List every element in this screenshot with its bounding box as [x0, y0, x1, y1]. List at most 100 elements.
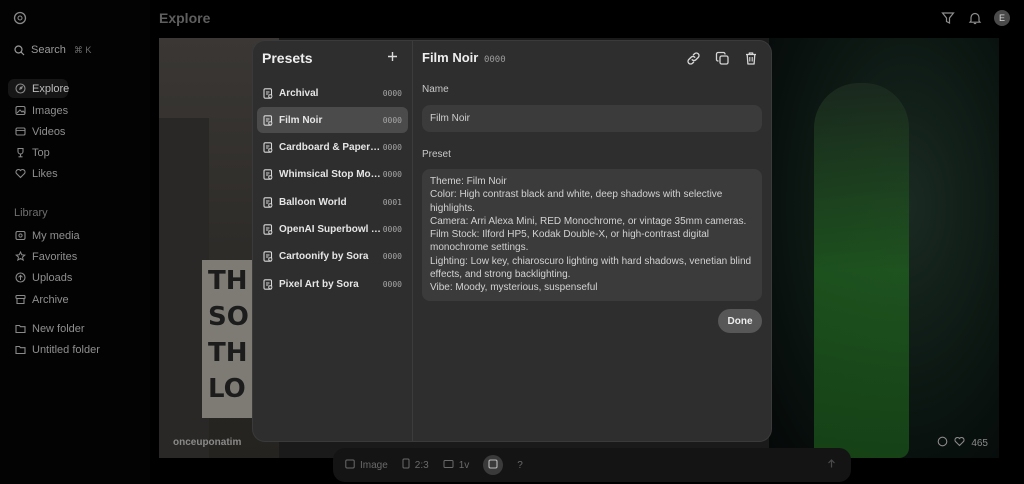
- heart-icon[interactable]: [954, 436, 965, 450]
- preset-item-archival[interactable]: Archival 0000: [257, 80, 408, 106]
- image-icon: [15, 105, 26, 116]
- sidebar-item-images[interactable]: Images: [8, 101, 138, 120]
- folder-icon: [15, 344, 26, 355]
- sidebar-item-top[interactable]: Top: [8, 143, 138, 162]
- preset-item-cardboard-papercraft[interactable]: Cardboard & Papercraft 0000: [257, 135, 408, 161]
- library-heading: Library: [14, 207, 48, 219]
- sign-text: TH: [208, 338, 248, 368]
- preset-item-openai-superbowl[interactable]: OpenAI Superbowl Ad 0000: [257, 216, 408, 242]
- preset-line: Camera: Arri Alexa Mini, RED Monochrome,…: [430, 215, 747, 227]
- preset-detail-pane: Film Noir 0000 Name Preset Theme: Film N…: [413, 41, 771, 441]
- header-actions: E: [940, 10, 1010, 26]
- preset-doc-icon: [263, 142, 273, 153]
- sidebar-item-uploads[interactable]: Uploads: [8, 268, 138, 287]
- search-icon: [14, 44, 25, 56]
- preset-name: Balloon World: [279, 196, 347, 208]
- name-label: Name: [422, 84, 449, 95]
- send-arrow-icon[interactable]: [826, 458, 837, 472]
- video-icon: [15, 126, 26, 137]
- help-button[interactable]: ?: [517, 460, 523, 471]
- preset-doc-icon: [263, 87, 273, 99]
- preset-doc-icon: [263, 251, 273, 263]
- page-title: Explore: [159, 10, 211, 26]
- preset-line: Vibe: Moody, mysterious, suspenseful: [430, 282, 598, 294]
- sidebar-item-my-media[interactable]: My media: [8, 226, 138, 245]
- filter-icon[interactable]: [940, 11, 955, 26]
- done-button[interactable]: Done: [718, 309, 762, 333]
- sidebar-item-untitled-folder[interactable]: Untitled folder: [8, 340, 138, 359]
- preset-item-whimsical-stop-motion[interactable]: Whimsical Stop Motion 0000: [257, 162, 408, 188]
- sign-text: LO: [208, 374, 246, 404]
- sidebar-item-explore[interactable]: Explore: [8, 79, 69, 98]
- copy-icon[interactable]: [714, 50, 730, 66]
- preset-item-balloon-world[interactable]: Balloon World 0001: [257, 189, 408, 215]
- preset-name: Archival: [279, 87, 319, 99]
- trash-icon[interactable]: [743, 50, 759, 66]
- presets-title: Presets: [262, 50, 313, 66]
- preset-code: 0000: [382, 279, 402, 289]
- variants-button[interactable]: 1v: [443, 459, 470, 472]
- sidebar: Search ⌘ K Explore Images Videos Top Lik…: [0, 0, 150, 484]
- detail-title: Film Noir 0000: [422, 50, 506, 65]
- preset-item-pixel-art[interactable]: Pixel Art by Sora 0000: [257, 271, 408, 297]
- heart-icon: [15, 168, 26, 179]
- sidebar-item-likes[interactable]: Likes: [8, 164, 138, 183]
- gallery-image-green-figure[interactable]: [769, 38, 999, 458]
- search-button[interactable]: Search ⌘ K: [9, 39, 141, 61]
- avatar[interactable]: E: [994, 10, 1010, 26]
- sidebar-item-new-folder[interactable]: New folder: [8, 319, 138, 338]
- preset-item-cartoonify[interactable]: Cartoonify by Sora 0000: [257, 244, 408, 270]
- preset-textarea[interactable]: Theme: Film Noir Color: High contrast bl…: [422, 169, 762, 301]
- sign-text: TH: [208, 266, 248, 296]
- preset-code: 0001: [382, 197, 402, 207]
- preset-line: Color: High contrast black and white, de…: [430, 189, 723, 214]
- preset-line: Lighting: Low key, chiaroscuro lighting …: [430, 255, 752, 281]
- upload-icon: [15, 272, 26, 283]
- sidebar-item-label: Videos: [32, 125, 66, 138]
- image-icon: [345, 459, 355, 472]
- sidebar-item-label: New folder: [32, 322, 85, 335]
- composer-bar: Image 2:3 1v ?: [333, 448, 851, 482]
- variants-label: 1v: [458, 459, 470, 471]
- sidebar-item-label: Untitled folder: [32, 343, 100, 356]
- presets-modal: Presets Archival 0000 Film Noir 0000 Car…: [253, 41, 771, 441]
- sign-text: SO: [208, 302, 249, 332]
- detail-title-text: Film Noir: [422, 50, 479, 65]
- sidebar-item-videos[interactable]: Videos: [8, 122, 138, 141]
- remix-icon[interactable]: [937, 436, 948, 450]
- sidebar-item-archive[interactable]: Archive: [8, 290, 138, 309]
- preset-name: Cardboard & Papercraft: [279, 142, 381, 154]
- sidebar-item-label: Images: [32, 104, 69, 117]
- preset-code: 0000: [382, 88, 402, 98]
- preset-name: Film Noir: [279, 114, 323, 126]
- compass-icon: [15, 83, 26, 94]
- folder-plus-icon: [15, 323, 26, 334]
- add-preset-button[interactable]: [385, 49, 399, 65]
- plus-icon: [387, 47, 398, 66]
- sidebar-item-label: Favorites: [32, 250, 78, 263]
- preset-name-input[interactable]: [422, 105, 762, 132]
- preset-code: 0000: [382, 143, 402, 153]
- preset-code: 0000: [382, 252, 402, 262]
- figure-green-suit: [814, 83, 909, 458]
- sidebar-item-label: My media: [32, 229, 80, 242]
- preset-item-film-noir[interactable]: Film Noir 0000: [257, 107, 408, 134]
- preset-doc-icon: [263, 278, 273, 290]
- preset-line: Film Stock: Ilford HP5, Kodak Double-X, …: [430, 229, 710, 254]
- preset-name: Pixel Art by Sora: [279, 278, 359, 290]
- openai-logo-icon[interactable]: [13, 11, 27, 25]
- sidebar-item-favorites[interactable]: Favorites: [8, 247, 138, 266]
- media-type-button[interactable]: Image: [345, 459, 388, 472]
- aspect-ratio-button[interactable]: 2:3: [402, 458, 429, 472]
- preset-doc-icon: [263, 169, 273, 181]
- preset-button[interactable]: [483, 455, 504, 475]
- media-type-label: Image: [360, 459, 388, 471]
- preset-name: Whimsical Stop Motion: [279, 169, 381, 181]
- preset-code: 0000: [382, 170, 402, 180]
- sidebar-item-label: Uploads: [32, 271, 73, 284]
- likes-value: 465: [971, 437, 988, 449]
- image-credit[interactable]: onceuponatim: [173, 437, 241, 448]
- preset-line: Theme: Film Noir: [430, 176, 507, 187]
- bell-icon[interactable]: [967, 11, 982, 26]
- link-icon[interactable]: [685, 50, 701, 66]
